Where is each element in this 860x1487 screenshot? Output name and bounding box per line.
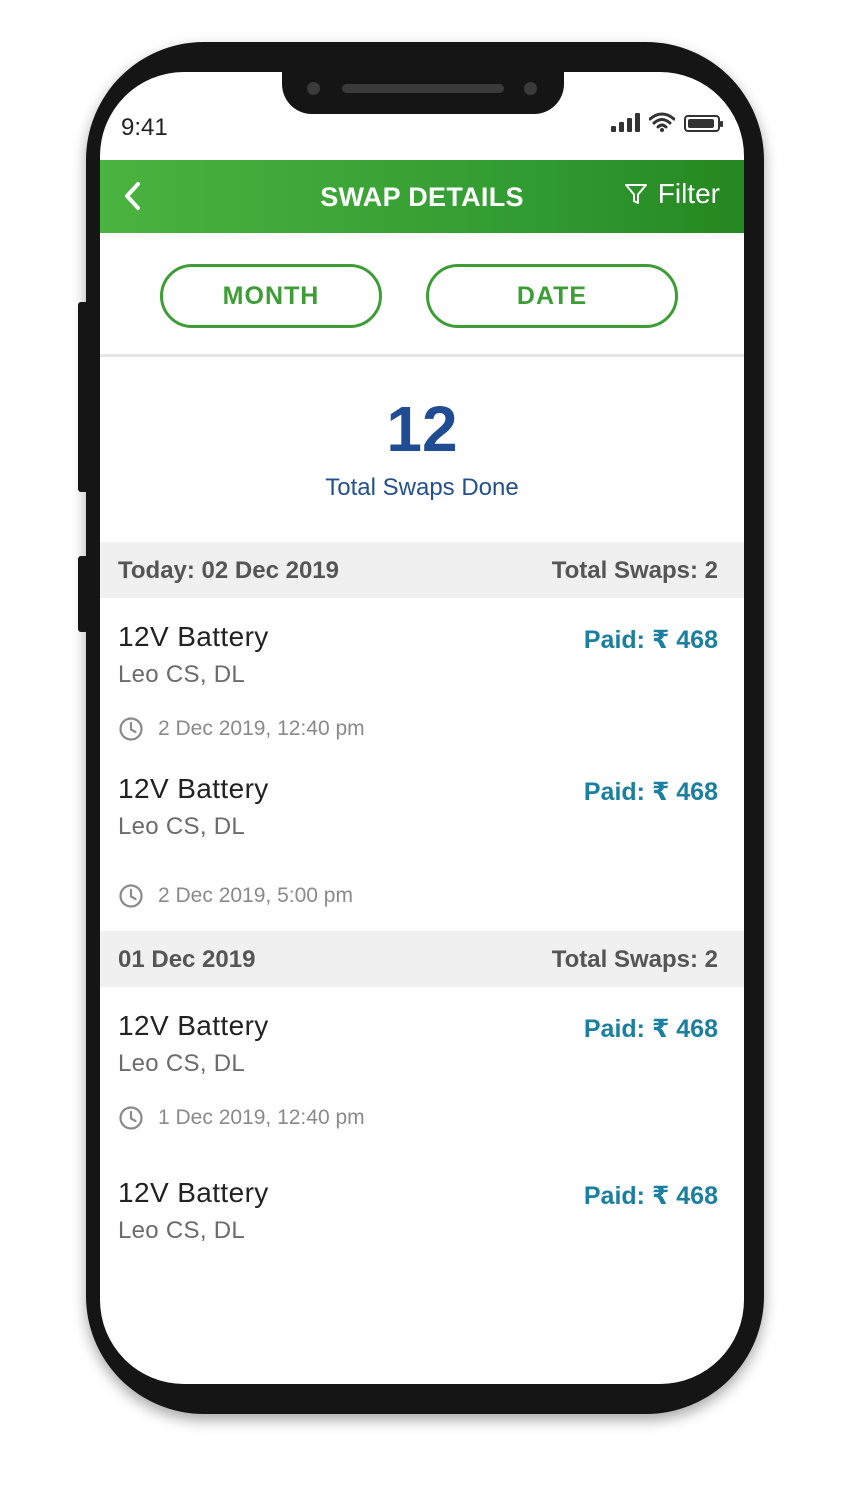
camera-dot <box>307 82 320 95</box>
filter-button[interactable]: Filter <box>624 178 720 210</box>
filter-icon <box>624 184 647 204</box>
date-button[interactable]: DATE <box>426 264 678 328</box>
section-header: Today: 02 Dec 2019 Total Swaps: 2 <box>100 542 744 598</box>
total-swaps-count: 12 <box>386 393 458 465</box>
clock-icon <box>119 1106 143 1130</box>
total-swaps-label: Total Swaps Done <box>325 474 519 501</box>
signal-icon <box>611 112 640 132</box>
item-location: Leo CS, DL <box>118 1217 246 1244</box>
section-total: Total Swaps: 2 <box>551 557 718 584</box>
section-total: Total Swaps: 2 <box>551 946 718 973</box>
item-time: 2 Dec 2019, 5:00 pm <box>118 883 353 909</box>
phone-notch <box>282 66 564 114</box>
item-name: 12V Battery <box>118 1010 269 1041</box>
item-paid: Paid: ₹ 468 <box>583 626 718 654</box>
wifi-icon <box>649 112 675 132</box>
item-paid: Paid: ₹ 468 <box>583 778 718 806</box>
item-name: 12V Battery <box>118 1177 269 1208</box>
item-time-text: 2 Dec 2019, 12:40 pm <box>158 717 365 740</box>
divider <box>100 354 744 357</box>
section-date: Today: 02 Dec 2019 <box>118 557 340 584</box>
sensor-dot <box>524 82 537 95</box>
section-header: 01 Dec 2019 Total Swaps: 2 <box>100 931 744 987</box>
item-location: Leo CS, DL <box>118 813 246 840</box>
speaker-grille <box>342 84 504 93</box>
item-time-text: 2 Dec 2019, 5:00 pm <box>158 884 353 907</box>
item-time-text: 1 Dec 2019, 12:40 pm <box>158 1106 365 1129</box>
clock-icon <box>119 884 143 908</box>
status-icons <box>611 112 723 132</box>
month-button[interactable]: MONTH <box>160 264 382 328</box>
filter-label: Filter <box>657 178 720 209</box>
item-location: Leo CS, DL <box>118 1050 246 1077</box>
battery-icon <box>684 115 723 132</box>
item-name: 12V Battery <box>118 621 269 652</box>
item-location: Leo CS, DL <box>118 661 246 688</box>
item-paid: Paid: ₹ 468 <box>583 1015 718 1043</box>
item-time: 2 Dec 2019, 12:40 pm <box>118 716 365 742</box>
phone-side-button <box>78 302 88 492</box>
status-time: 9:41 <box>121 114 168 141</box>
section-date: 01 Dec 2019 <box>118 946 256 973</box>
item-paid: Paid: ₹ 468 <box>583 1182 718 1210</box>
filter-tabs: MONTH DATE <box>100 264 744 328</box>
item-name: 12V Battery <box>118 773 269 804</box>
app-bar: SWAP DETAILS Filter <box>100 160 744 233</box>
phone-screen: 9:41 SWAP DETAILS Filter MONTH DATE 12 T… <box>100 72 744 1384</box>
item-time: 1 Dec 2019, 12:40 pm <box>118 1105 365 1131</box>
phone-side-button <box>78 556 88 632</box>
clock-icon <box>119 717 143 741</box>
